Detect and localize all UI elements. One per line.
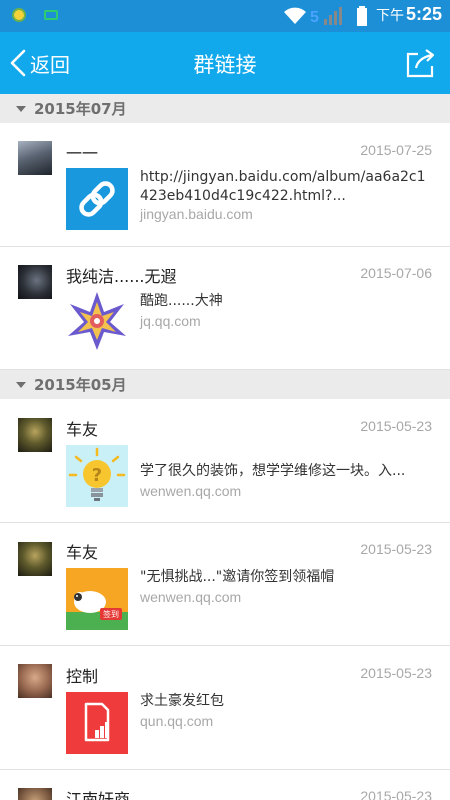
post-date: 2015-05-23 bbox=[360, 418, 432, 434]
status-clock: 下午 5:25 bbox=[376, 4, 442, 25]
sender-name: 车友 bbox=[66, 543, 99, 562]
sender-name: 控制 bbox=[66, 667, 99, 686]
game-character-icon bbox=[68, 292, 126, 350]
section-header-2015-07: 2015年07月 bbox=[0, 94, 450, 123]
collapse-triangle-icon bbox=[16, 381, 26, 388]
red-envelope-icon bbox=[84, 702, 110, 742]
link-title: 酷跑......大神 bbox=[140, 293, 223, 309]
sender-name: 我纯洁......无遐 bbox=[66, 267, 177, 286]
lightbulb-icon: ? bbox=[68, 447, 126, 501]
battery-icon bbox=[357, 6, 367, 26]
post-date: 2015-07-25 bbox=[360, 142, 432, 158]
link-title: "无惧挑战..."邀请你签到领福帽 bbox=[140, 569, 335, 585]
wifi-icon bbox=[284, 7, 306, 24]
post-date: 2015-05-23 bbox=[360, 788, 432, 800]
link-item[interactable]: 车友 2015-05-23 ? 学了很久的装饰，想学学维修这一块。入... we… bbox=[0, 399, 450, 523]
link-item[interactable]: 一一 2015-07-25 http://jingyan.baidu.com/a… bbox=[0, 123, 450, 247]
link-title: 求土豪发红包 bbox=[140, 693, 224, 709]
link-title: 学了很久的装饰，想学学维修这一块。入... bbox=[140, 463, 406, 479]
avatar bbox=[18, 265, 52, 299]
chain-link-icon bbox=[79, 181, 115, 217]
link-thumbnail bbox=[66, 692, 128, 754]
link-title: http://jingyan.baidu.com/album/aa6a2c142… bbox=[140, 169, 426, 204]
link-item[interactable]: 车友 2015-05-23 签到 "无惧挑战..."邀请你签到领福帽 wenwe… bbox=[0, 523, 450, 646]
link-thumbnail bbox=[66, 168, 128, 230]
section-label: 2015年05月 bbox=[34, 376, 127, 394]
signal-icon: 5 bbox=[310, 7, 342, 26]
link-thumbnail: ? bbox=[66, 445, 128, 507]
post-date: 2015-07-06 bbox=[360, 265, 432, 281]
section-label: 2015年07月 bbox=[34, 100, 127, 118]
post-date: 2015-05-23 bbox=[360, 541, 432, 557]
avatar bbox=[18, 788, 52, 800]
sheep-checkin-icon bbox=[66, 591, 128, 630]
svg-text:?: ? bbox=[92, 465, 102, 486]
link-item[interactable]: 控制 2015-05-23 求土豪发红包 qun.qq.com bbox=[0, 646, 450, 770]
link-domain: jingyan.baidu.com bbox=[140, 206, 253, 222]
app-notification-icon bbox=[12, 8, 26, 22]
clock-period: 下午 bbox=[375, 7, 404, 23]
avatar bbox=[18, 141, 52, 175]
checkin-badge: 签到 bbox=[103, 610, 119, 619]
link-domain: qun.qq.com bbox=[140, 713, 214, 729]
message-notification-icon bbox=[44, 10, 58, 20]
sender-name: 江南奸商 bbox=[66, 790, 131, 800]
post-date: 2015-05-23 bbox=[360, 665, 432, 681]
sender-name: 一一 bbox=[66, 144, 99, 163]
share-icon[interactable] bbox=[404, 46, 438, 80]
link-thumbnail: 签到 bbox=[66, 568, 128, 630]
link-domain: wenwen.qq.com bbox=[140, 483, 242, 499]
avatar bbox=[18, 418, 52, 452]
link-item[interactable]: 江南奸商 2015-05-23 bbox=[0, 770, 450, 800]
link-item[interactable]: 我纯洁......无遐 2015-07-06 酷跑......大神 jq.qq.… bbox=[0, 247, 450, 370]
sender-name: 车友 bbox=[66, 420, 99, 439]
collapse-triangle-icon bbox=[16, 105, 26, 112]
clock-time: 5:25 bbox=[405, 4, 442, 24]
link-domain: jq.qq.com bbox=[140, 313, 201, 329]
avatar bbox=[18, 664, 52, 698]
avatar bbox=[18, 542, 52, 576]
title-bar: 返回 群链接 bbox=[0, 32, 450, 94]
svg-text:5: 5 bbox=[310, 9, 319, 26]
link-domain: wenwen.qq.com bbox=[140, 589, 242, 605]
status-bar: 5 下午 5:25 bbox=[0, 0, 450, 32]
section-header-2015-05: 2015年05月 bbox=[0, 370, 450, 399]
link-thumbnail bbox=[66, 290, 128, 352]
page-title: 群链接 bbox=[193, 53, 257, 77]
